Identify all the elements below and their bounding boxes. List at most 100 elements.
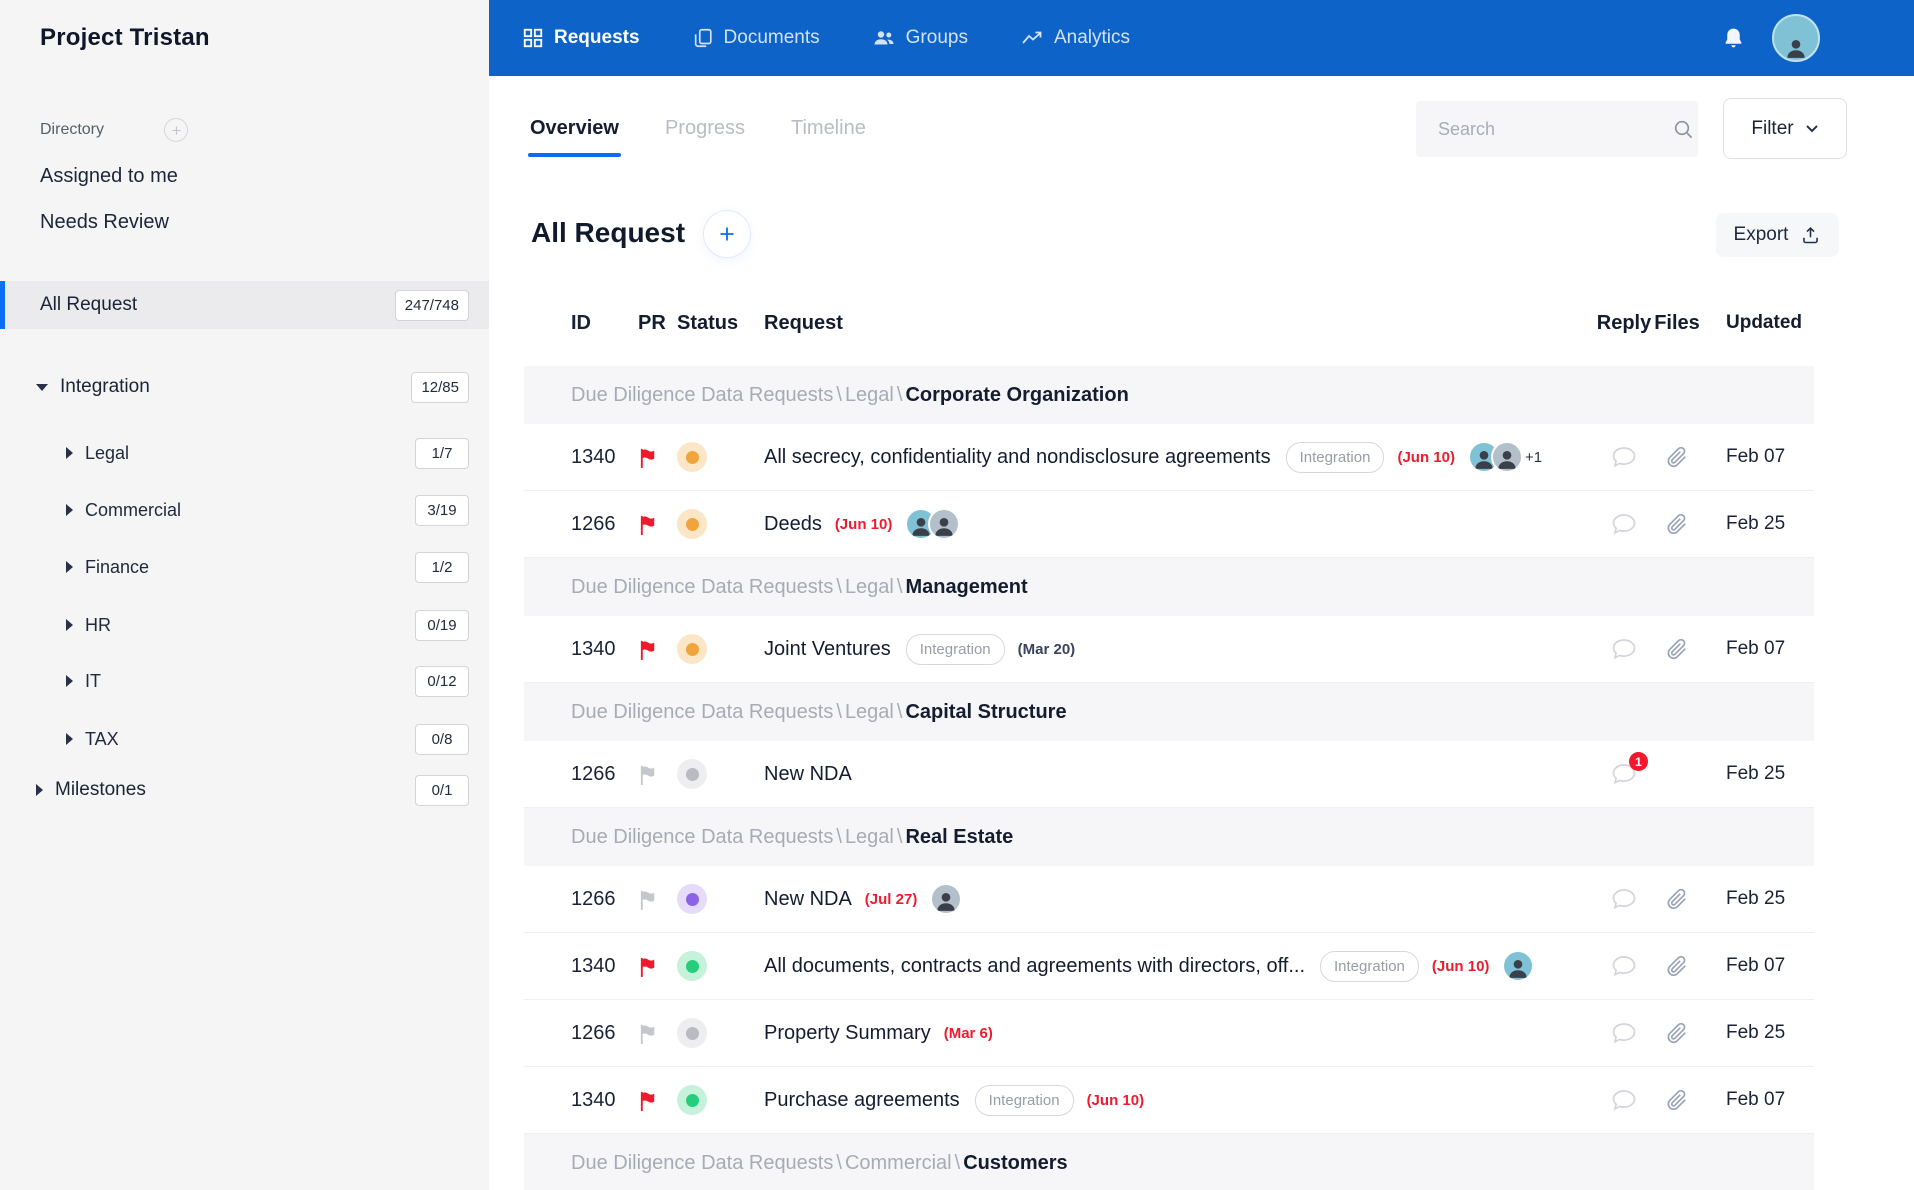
priority-flag-icon[interactable] [638,514,660,535]
group-row[interactable]: Due Diligence Data Requests \ Legal \ Manage… [524,558,1814,616]
request-title: New NDA [764,887,852,910]
group-row[interactable]: Due Diligence Data Requests \ Commercial \ C… [524,1134,1814,1190]
request-title: Property Summary [764,1021,931,1044]
attachment-icon[interactable] [1665,512,1689,536]
sidebar-item-count-badge: 1/2 [415,551,469,583]
search-box[interactable] [1416,101,1698,157]
sidebar-shortcut-needs-review[interactable]: Needs Review [40,211,169,234]
tree-arrow-icon[interactable] [66,619,73,631]
user-avatar[interactable] [1772,14,1820,62]
search-input[interactable] [1436,117,1672,141]
priority-flag-icon[interactable] [638,764,660,785]
priority-flag-icon[interactable] [638,639,660,660]
tab-timeline[interactable]: Timeline [791,76,866,181]
attachment-icon[interactable] [1665,637,1689,661]
nav-item-icon [872,26,896,50]
request-id: 1266 [571,512,616,535]
sidebar-item-hr[interactable]: HR 0/19 [0,600,489,650]
group-row[interactable]: Due Diligence Data Requests \ Legal \ Capita… [524,683,1814,741]
due-date: (Jun 10) [834,515,893,533]
notifications-button[interactable] [1721,26,1746,51]
tree-arrow-icon[interactable] [66,733,73,745]
request-title: All secrecy, confidentiality and nondisc… [764,445,1271,468]
status-dot[interactable] [677,1018,707,1048]
add-request-button[interactable] [703,210,751,258]
assignee-avatars [930,883,963,915]
sidebar-item-legal[interactable]: Legal 1/7 [0,428,489,478]
priority-flag-icon[interactable] [638,1090,660,1111]
attachment-icon[interactable] [1665,887,1689,911]
status-dot[interactable] [677,951,707,981]
priority-flag-icon[interactable] [638,889,660,910]
group-row[interactable]: Due Diligence Data Requests \ Legal \ Corpor… [524,366,1814,424]
priority-flag-icon[interactable] [638,956,660,977]
attachment-icon[interactable] [1665,445,1689,469]
sidebar-item-commercial[interactable]: Commercial 3/19 [0,485,489,535]
due-date: (Jun 10) [1086,1091,1145,1109]
table-row[interactable]: 1340 Purchase agreements Integration (Ju… [524,1067,1814,1134]
nav-item-documents[interactable]: Documents [692,27,820,49]
table-row[interactable]: 1266 New NDA (Jul 27) Feb 25 [524,866,1814,933]
status-dot[interactable] [677,1085,707,1115]
updated-date: Feb 07 [1726,638,1786,659]
group-breadcrumb: Due Diligence Data Requests \ Legal \ Manage… [571,575,1028,598]
sidebar-item-all-request[interactable]: All Request 247/748 [0,281,489,329]
reply-icon[interactable]: 1 [1611,752,1648,786]
due-date: (Mar 6) [943,1024,993,1042]
tree-arrow-icon[interactable] [66,561,73,573]
header-files: Files [1654,311,1700,334]
nav-item-analytics[interactable]: Analytics [1020,26,1130,50]
table-row[interactable]: 1340 All documents, contracts and agreem… [524,933,1814,1000]
priority-flag-icon[interactable] [638,1023,660,1044]
group-breadcrumb: Due Diligence Data Requests \ Legal \ Corpor… [571,383,1129,406]
reply-icon[interactable] [1611,637,1637,661]
updated-date: Feb 25 [1726,1022,1786,1043]
tree-arrow-icon[interactable] [36,784,43,796]
tree-arrow-icon[interactable] [66,504,73,516]
sidebar-item-integration[interactable]: Integration 12/85 [0,363,489,411]
priority-flag-icon[interactable] [638,447,660,468]
reply-icon[interactable] [1611,954,1637,978]
table-row[interactable]: 1266 Property Summary (Mar 6) Feb 25 [524,1000,1814,1067]
table-header: ID PR Status Request Reply Files Updated [524,295,1814,351]
table-row[interactable]: 1266 Deeds (Jun 10) Feb 25 [524,491,1814,558]
reply-icon[interactable] [1611,887,1637,911]
sidebar-item-count-badge: 0/12 [415,665,469,697]
nav-item-groups[interactable]: Groups [872,26,968,50]
reply-icon[interactable] [1611,1088,1637,1112]
status-dot[interactable] [677,634,707,664]
tree-arrow-icon[interactable] [66,447,73,459]
sidebar-item-milestones[interactable]: Milestones 0/1 [0,765,489,815]
status-dot[interactable] [677,442,707,472]
status-dot[interactable] [677,759,707,789]
filter-button[interactable]: Filter [1723,98,1847,159]
header-id: ID [571,311,591,334]
add-directory-button[interactable] [164,118,189,142]
reply-icon[interactable] [1611,512,1637,536]
person-icon [1787,39,1805,58]
export-button[interactable]: Export [1716,213,1839,257]
attachment-icon[interactable] [1665,1088,1689,1112]
tab-overview[interactable]: Overview [528,76,621,181]
sidebar-item-it[interactable]: IT 0/12 [0,656,489,706]
tree-arrow-icon[interactable] [66,675,73,687]
request-title: Joint Ventures [764,637,891,660]
tree-arrow-icon[interactable] [36,383,48,391]
request-title: Purchase agreements [764,1088,960,1111]
sidebar-item-tax[interactable]: TAX 0/8 [0,714,489,764]
nav-item-requests[interactable]: Requests [522,27,640,49]
table-row[interactable]: 1340 All secrecy, confidentiality and no… [524,424,1814,491]
tab-progress[interactable]: Progress [665,76,745,181]
sidebar-shortcut-assigned-to-me[interactable]: Assigned to me [40,165,178,188]
attachment-icon[interactable] [1665,1021,1689,1045]
reply-icon[interactable] [1611,445,1637,469]
status-dot[interactable] [677,884,707,914]
table-row[interactable]: 1340 Joint Ventures Integration (Mar 20)… [524,616,1814,683]
sidebar-item-finance[interactable]: Finance 1/2 [0,542,489,592]
reply-icon[interactable] [1611,1021,1637,1045]
group-row[interactable]: Due Diligence Data Requests \ Legal \ Real E… [524,808,1814,866]
updated-date: Feb 25 [1726,763,1786,784]
attachment-icon[interactable] [1665,954,1689,978]
table-row[interactable]: 1266 New NDA 1 Feb 25 [524,741,1814,808]
status-dot[interactable] [677,509,707,539]
